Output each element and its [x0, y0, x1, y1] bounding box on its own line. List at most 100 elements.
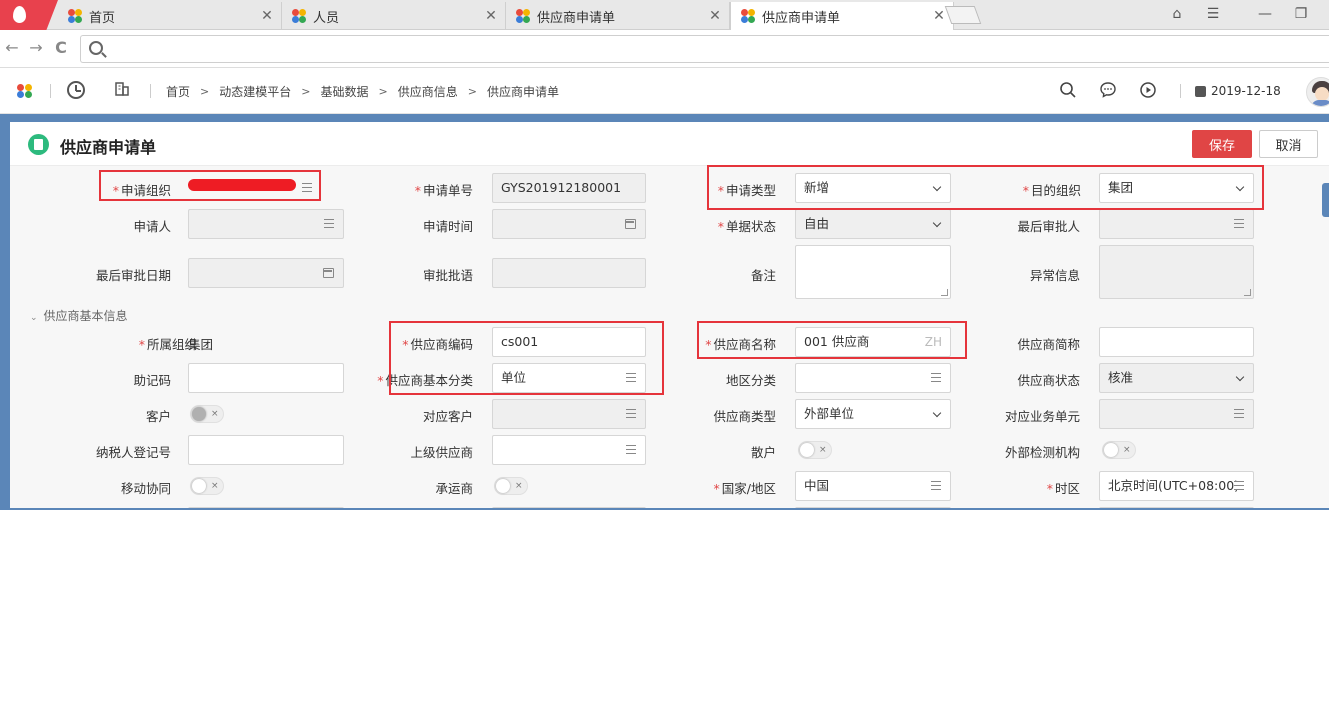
mobile-toggle[interactable]: × — [190, 477, 224, 495]
doc-status-select[interactable]: 自由 — [795, 209, 951, 239]
list-icon[interactable] — [626, 373, 636, 382]
menu-icon[interactable]: ☰ — [1198, 0, 1228, 30]
list-icon[interactable] — [1234, 481, 1244, 490]
supplier-short-input[interactable] — [1099, 327, 1254, 357]
language-tag[interactable]: ZH — [925, 328, 942, 356]
close-icon[interactable]: ✕ — [705, 8, 725, 24]
label-apply-no: * 申请单号 — [414, 183, 473, 198]
breadcrumb-item[interactable]: 供应商信息 — [398, 83, 458, 100]
label-basic-class: * 供应商基本分类 — [377, 373, 473, 388]
reload-icon[interactable]: C — [51, 38, 71, 58]
applicant-field[interactable] — [188, 209, 344, 239]
play-icon[interactable] — [1138, 81, 1158, 101]
breadcrumb-item: 供应商申请单 — [486, 85, 559, 99]
list-icon[interactable] — [626, 445, 636, 454]
chevron-right-icon: > — [378, 85, 388, 98]
content-bottom-edge — [0, 508, 1329, 510]
label-mobile: 移动协同 — [120, 481, 171, 496]
label-target-org: * 目的组织 — [1022, 183, 1081, 198]
region-class-field[interactable] — [795, 363, 951, 393]
close-icon[interactable]: ✕ — [257, 8, 277, 24]
close-icon[interactable]: ✕ — [481, 8, 501, 24]
exception-textarea — [1099, 245, 1254, 299]
label-applicant: 申请人 — [133, 219, 171, 234]
calendar-icon[interactable] — [323, 268, 334, 278]
corr-unit-field[interactable] — [1099, 399, 1254, 429]
save-button[interactable]: 保存 — [1192, 130, 1252, 158]
section-title: 供应商基本信息 — [43, 309, 128, 323]
content-area: 供应商申请单 保存 取消 * 申请组织 * 申请单号 GYS201912180001… — [0, 114, 1329, 509]
list-icon[interactable] — [1234, 409, 1244, 418]
customer-toggle[interactable]: × — [190, 405, 224, 423]
new-tab-button[interactable] — [944, 6, 982, 24]
account-icon[interactable]: ⌂ — [1162, 0, 1192, 30]
label-apply-type: * 申请类型 — [717, 183, 776, 198]
label-doc-status: * 单据状态 — [717, 219, 776, 234]
search-icon[interactable] — [1058, 81, 1078, 101]
forward-arrow-icon[interactable]: → — [26, 38, 46, 58]
apply-type-select[interactable]: 新增 — [795, 173, 951, 203]
carrier-toggle[interactable]: × — [494, 477, 528, 495]
list-icon[interactable] — [1234, 219, 1244, 228]
chevron-down-icon — [932, 218, 942, 228]
browser-logo[interactable] — [0, 0, 58, 30]
breadcrumb-item[interactable]: 动态建模平台 — [219, 83, 291, 100]
list-icon[interactable] — [302, 183, 312, 192]
chevron-right-icon: > — [200, 85, 210, 98]
supplier-name-input[interactable]: 001 供应商 ZH — [795, 327, 951, 357]
resize-grip-icon[interactable] — [941, 289, 948, 296]
chevron-down-icon: ⌄ — [30, 313, 38, 323]
supplier-type-select[interactable]: 外部单位 — [795, 399, 951, 429]
tab-label: 首页 — [89, 10, 116, 26]
remark-textarea[interactable] — [795, 245, 951, 299]
list-icon[interactable] — [931, 373, 941, 382]
loose-toggle[interactable]: × — [798, 441, 832, 459]
timezone-field[interactable]: 北京时间(UTC+08:00) — [1099, 471, 1254, 501]
tab-supplier-apply-2[interactable]: 供应商申请单 ✕ — [730, 2, 954, 30]
petal-logo-icon — [516, 8, 531, 24]
breadcrumb-item[interactable]: 首页 — [166, 83, 190, 100]
last-approve-date-field[interactable] — [188, 258, 344, 288]
url-box[interactable] — [80, 35, 1329, 63]
back-arrow-icon[interactable]: ← — [2, 38, 22, 58]
apply-time-field[interactable] — [492, 209, 646, 239]
supplier-code-input[interactable]: cs001 — [492, 327, 646, 357]
ext-inspect-toggle[interactable]: × — [1102, 441, 1136, 459]
corr-customer-field[interactable] — [492, 399, 646, 429]
label-carrier: 承运商 — [435, 481, 473, 496]
restore-icon[interactable]: ❐ — [1286, 0, 1316, 30]
scroll-handle[interactable] — [1322, 183, 1329, 217]
tab-supplier-apply-1[interactable]: 供应商申请单 ✕ — [506, 2, 730, 30]
tab-people[interactable]: 人员 ✕ — [282, 2, 506, 30]
avatar[interactable] — [1306, 77, 1329, 107]
mnemonic-input[interactable] — [188, 363, 344, 393]
clock-icon[interactable] — [67, 81, 85, 99]
label-region-class: 地区分类 — [725, 373, 776, 388]
label-loose: 散户 — [750, 445, 776, 460]
label-ext-inspect: 外部检测机构 — [1004, 445, 1080, 460]
petal-logo-icon[interactable] — [17, 81, 37, 101]
country-field[interactable]: 中国 — [795, 471, 951, 501]
cancel-button[interactable]: 取消 — [1259, 130, 1318, 158]
taxpayer-input[interactable] — [188, 435, 344, 465]
url-input[interactable] — [111, 39, 1211, 59]
target-org-select[interactable]: 集团 — [1099, 173, 1254, 203]
parent-supplier-field[interactable] — [492, 435, 646, 465]
last-approver-field[interactable] — [1099, 209, 1254, 239]
minimize-icon[interactable]: — — [1250, 0, 1280, 30]
label-approve-comment: 审批批语 — [422, 268, 473, 283]
supplier-status-select[interactable]: 核准 — [1099, 363, 1254, 393]
chat-icon[interactable] — [1098, 81, 1118, 101]
list-icon[interactable] — [626, 409, 636, 418]
list-icon[interactable] — [324, 219, 334, 228]
section-toggle[interactable]: ⌄ 供应商基本信息 — [30, 307, 128, 324]
document-icon — [28, 134, 49, 155]
list-icon[interactable] — [931, 481, 941, 490]
label-corr-unit: 对应业务单元 — [1004, 409, 1080, 424]
building-icon[interactable] — [112, 81, 132, 101]
calendar-icon[interactable] — [625, 219, 636, 229]
label-supplier-short: 供应商简称 — [1017, 337, 1080, 352]
tab-home[interactable]: 首页 ✕ — [58, 2, 282, 30]
basic-class-field[interactable]: 单位 — [492, 363, 646, 393]
breadcrumb-item[interactable]: 基础数据 — [320, 83, 368, 100]
